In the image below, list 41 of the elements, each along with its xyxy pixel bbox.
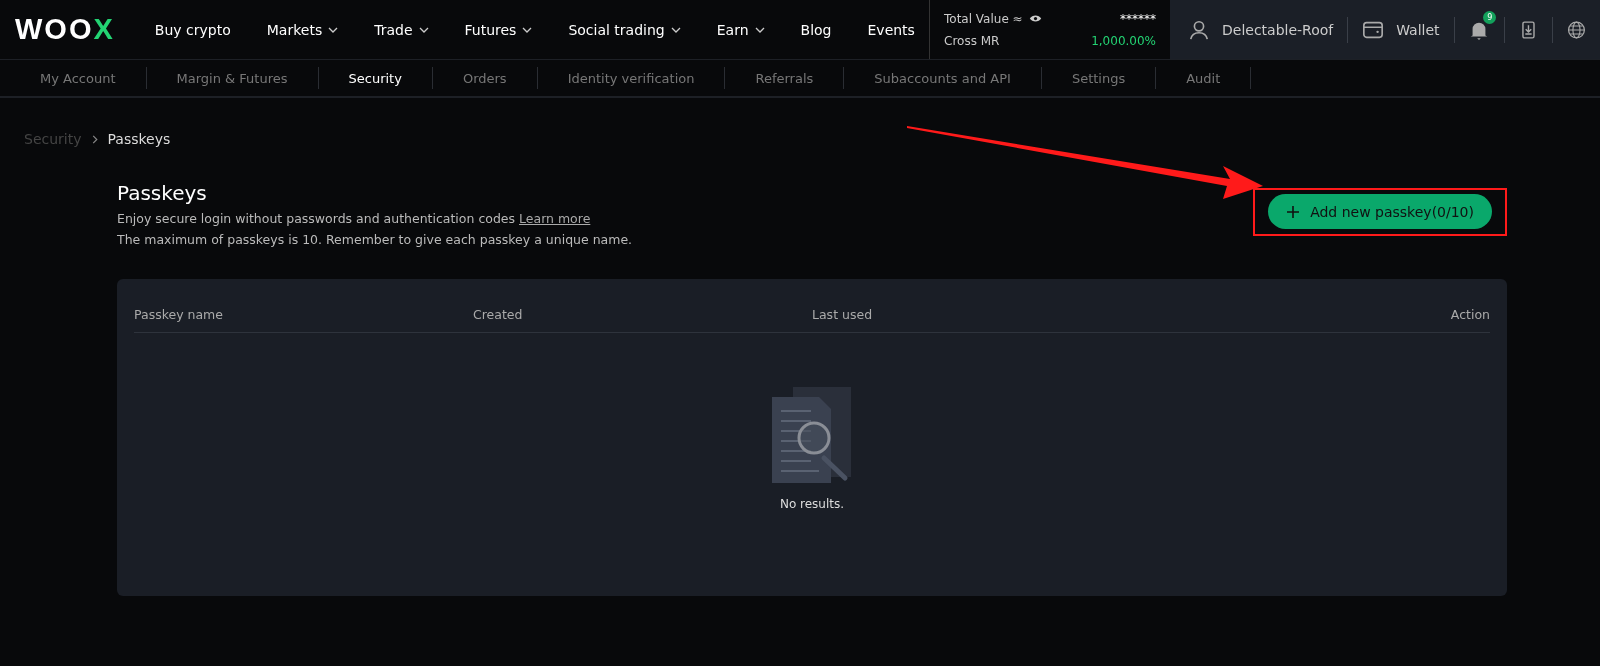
plus-icon bbox=[1286, 204, 1301, 219]
logo[interactable]: WOOX bbox=[15, 13, 115, 46]
breadcrumb-link[interactable]: Passkeys bbox=[107, 131, 171, 147]
eye-icon[interactable] bbox=[1028, 14, 1042, 23]
nav-link[interactable]: Buy crypto bbox=[154, 21, 231, 38]
nav-link[interactable]: Earn bbox=[716, 21, 765, 38]
account-tab[interactable]: Identity verification bbox=[537, 70, 725, 86]
add-passkey-button[interactable]: Add new passkey(0/10) bbox=[1268, 194, 1492, 229]
nav-link[interactable]: Trade bbox=[374, 21, 429, 38]
account-tab[interactable]: Referrals bbox=[725, 70, 844, 86]
total-value: ****** bbox=[1120, 11, 1156, 26]
description-text: Enjoy secure login without passwords and authentication codes Learn more bbox=[117, 211, 592, 226]
nav-link[interactable]: Social trading bbox=[568, 21, 681, 38]
account-tab[interactable]: My Account bbox=[10, 70, 146, 86]
account-tab[interactable]: Orders bbox=[432, 70, 537, 86]
account-tab[interactable]: Audit bbox=[1156, 70, 1251, 86]
breadcrumb-chevron-icon bbox=[91, 134, 98, 144]
wallet-link[interactable]: Wallet bbox=[1362, 18, 1440, 41]
column-header: Last used bbox=[812, 307, 874, 322]
limit-note: The maximum of passkeys is 10. Remember to give each passkey a unique name. bbox=[117, 232, 633, 247]
user-link[interactable]: Delectable-Roof bbox=[1188, 18, 1334, 41]
nav-link[interactable]: Futures bbox=[464, 21, 533, 38]
account-tab[interactable]: Margin & Futures bbox=[146, 70, 318, 86]
account-tab[interactable]: Security bbox=[318, 70, 432, 86]
notification-badge: 9 bbox=[1483, 10, 1497, 24]
column-header: Passkey name bbox=[134, 307, 224, 322]
user-icon bbox=[1188, 18, 1210, 41]
page-heading: Passkeys bbox=[117, 181, 208, 205]
account-tab[interactable]: Settings bbox=[1041, 70, 1156, 86]
learn-more-link[interactable]: Learn more bbox=[519, 211, 591, 226]
nav-link[interactable]: Markets bbox=[266, 21, 339, 38]
globe-icon[interactable] bbox=[1567, 18, 1586, 41]
total-value-label: Total Value ≈ bbox=[944, 11, 1023, 26]
column-header: Action bbox=[1449, 307, 1490, 322]
cross-mr-value: 1,000.00% bbox=[1091, 33, 1156, 48]
nav-link[interactable]: Blog bbox=[800, 21, 832, 38]
nav-link[interactable]: Events bbox=[867, 21, 915, 38]
column-header: Created bbox=[473, 307, 524, 322]
account-tab[interactable]: Subaccounts and API bbox=[844, 70, 1041, 86]
empty-state-text: No results. bbox=[779, 497, 845, 511]
cross-mr-label: Cross MR bbox=[944, 33, 1000, 48]
